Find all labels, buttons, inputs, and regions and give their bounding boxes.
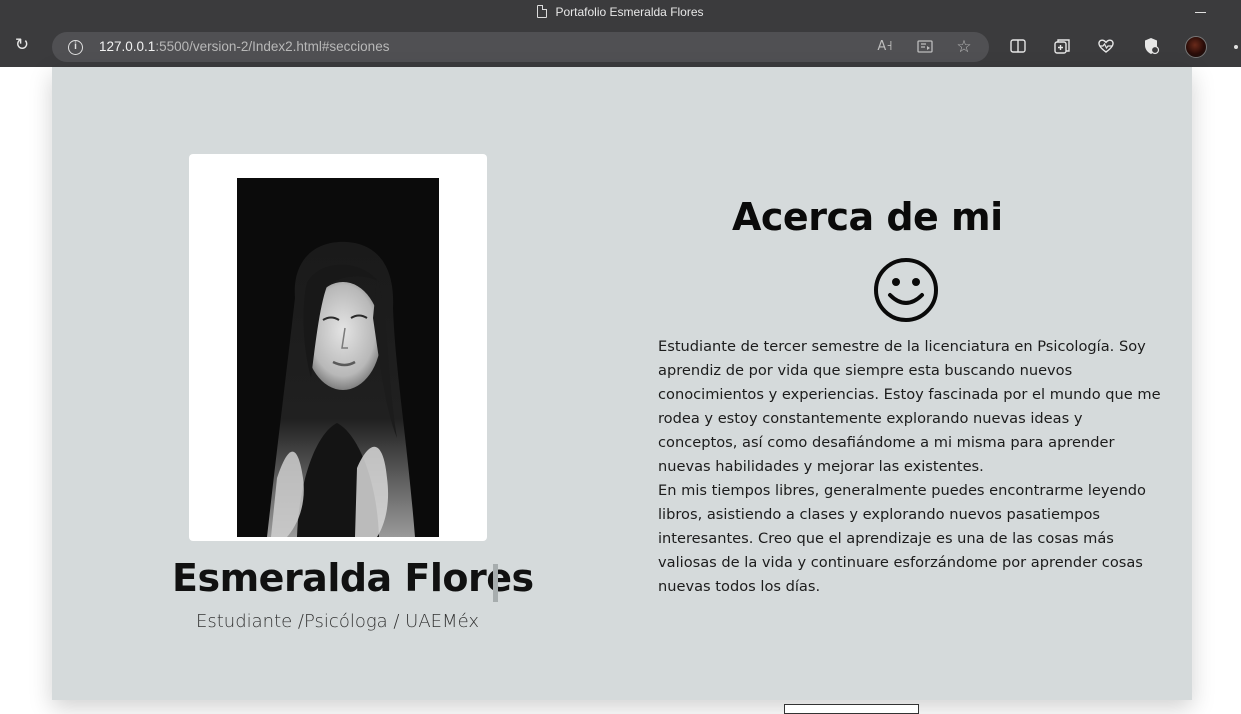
split-screen-icon[interactable] [1008, 36, 1028, 56]
read-aloud-icon[interactable]: A˧ [876, 38, 894, 56]
url-host: 127.0.0.1 [99, 39, 156, 54]
about-title: Acerca de mi [732, 195, 1003, 239]
collections-icon[interactable] [1052, 36, 1072, 56]
title-bar: Portafolio Esmeralda Flores [0, 0, 1241, 26]
typing-cursor [493, 564, 498, 602]
browser-toolbar: ↻ i 127.0.0.1:5500/version-2/Index2.html… [0, 26, 1241, 67]
profile-role: Estudiante /Psicóloga / UAEMéx [196, 611, 479, 632]
profile-photo-card [189, 154, 487, 541]
window-title-text: Portafolio Esmeralda Flores [555, 5, 704, 19]
about-section: Esmeralda Flores Estudiante /Psicóloga /… [52, 67, 1192, 700]
minimize-button[interactable] [1195, 12, 1206, 13]
about-paragraph-2: En mis tiempos libres, generalmente pued… [658, 482, 1146, 595]
shield-icon[interactable] [1141, 36, 1161, 56]
more-icon[interactable] [1234, 45, 1238, 49]
document-icon [537, 5, 548, 18]
about-text: Estudiante de tercer semestre de la lice… [658, 335, 1163, 599]
profile-name: Esmeralda Flores [172, 556, 534, 600]
page-viewport: Esmeralda Flores Estudiante /Psicóloga /… [0, 67, 1241, 712]
url-text[interactable]: 127.0.0.1:5500/version-2/Index2.html#sec… [99, 39, 389, 54]
profile-photo [237, 178, 439, 537]
star-icon[interactable]: ☆ [955, 38, 973, 56]
info-icon[interactable]: i [68, 40, 83, 55]
window-title: Portafolio Esmeralda Flores [0, 5, 1241, 19]
immersive-reader-icon[interactable] [916, 38, 934, 56]
clock-tooltip [784, 704, 919, 714]
reload-icon[interactable]: ↻ [13, 36, 31, 54]
smiley-icon [873, 257, 939, 323]
about-paragraph-1: Estudiante de tercer semestre de la lice… [658, 338, 1161, 475]
avatar[interactable] [1185, 36, 1207, 58]
url-path: :5500/version-2/Index2.html#secciones [155, 39, 390, 54]
heart-pulse-icon[interactable] [1096, 36, 1116, 56]
address-bar[interactable]: i 127.0.0.1:5500/version-2/Index2.html#s… [52, 32, 989, 62]
